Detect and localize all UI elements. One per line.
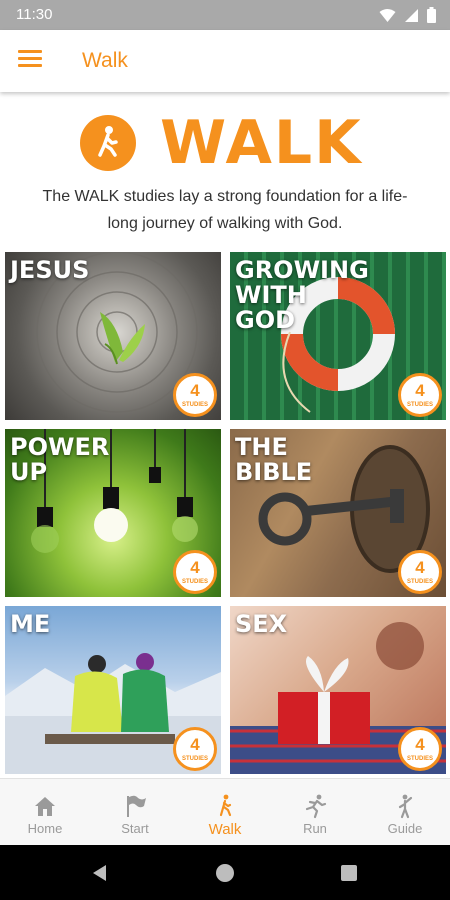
study-count: 4 [190, 381, 200, 400]
study-unit: STUDIES [406, 756, 433, 762]
guide-icon [398, 794, 413, 819]
menu-button[interactable] [18, 47, 48, 75]
system-nav-bar [0, 845, 450, 900]
study-tile-growing-with-god[interactable]: GROWING WITH GOD 4 STUDIES [230, 252, 446, 420]
battery-icon [427, 7, 436, 23]
status-time: 11:30 [16, 6, 53, 23]
study-tile-power-up[interactable]: POWER UP 4 STUDIES [5, 429, 221, 597]
nav-label: Walk [208, 821, 242, 838]
study-tile-me[interactable]: ME 4 STUDIES [5, 606, 221, 774]
nav-label: Start [121, 821, 149, 836]
run-icon [305, 794, 327, 819]
hero: WALK The WALK studies lay a strong found… [0, 92, 450, 252]
wifi-icon [379, 8, 396, 22]
tile-label: ME [10, 610, 51, 638]
hamburger-line [18, 57, 42, 60]
flag-icon [127, 795, 146, 817]
nav-guide[interactable]: Guide [360, 779, 450, 845]
study-unit: STUDIES [181, 756, 208, 762]
nav-home[interactable]: Home [0, 779, 90, 845]
study-unit: STUDIES [406, 402, 433, 408]
bottom-nav: Home Start Walk Run Guide [0, 778, 450, 845]
study-count: 4 [415, 558, 425, 577]
signal-icon [405, 8, 418, 22]
study-count-badge: 4 STUDIES [173, 373, 217, 417]
back-icon[interactable] [90, 863, 110, 883]
study-count: 4 [415, 735, 425, 754]
hamburger-icon [18, 50, 42, 53]
study-count: 4 [190, 558, 200, 577]
tile-label: SEX [235, 610, 288, 638]
app-bar: Walk [0, 30, 450, 92]
study-tile-jesus[interactable]: JESUS 4 STUDIES [5, 252, 221, 420]
tile-label: GROWING WITH GOD [235, 256, 369, 334]
home-circle-icon[interactable] [215, 863, 235, 883]
nav-run[interactable]: Run [270, 779, 360, 845]
study-unit: STUDIES [181, 579, 208, 585]
study-count-badge: 4 STUDIES [173, 727, 217, 771]
recents-icon[interactable] [340, 864, 358, 882]
study-unit: STUDIES [181, 402, 208, 408]
study-tile-sex[interactable]: SEX 4 STUDIES [230, 606, 446, 774]
status-bar: 11:30 [0, 0, 450, 30]
study-count: 4 [190, 735, 200, 754]
tile-label: THE BIBLE [235, 433, 313, 486]
home-icon [35, 797, 55, 816]
study-count: 4 [415, 381, 425, 400]
study-count-badge: 4 STUDIES [398, 727, 442, 771]
nav-start[interactable]: Start [90, 779, 180, 845]
study-count-badge: 4 STUDIES [398, 373, 442, 417]
nav-label: Run [303, 821, 327, 836]
nav-label: Home [27, 821, 63, 836]
walk-logo-icon [80, 115, 136, 171]
study-unit: STUDIES [406, 579, 433, 585]
study-count-badge: 4 STUDIES [398, 550, 442, 594]
nav-label: Guide [387, 821, 423, 836]
hero-description: The WALK studies lay a strong foundation… [42, 188, 408, 232]
page-title: Walk [82, 49, 128, 72]
hamburger-line [18, 64, 42, 67]
tile-label: JESUS [10, 256, 90, 284]
nav-walk[interactable]: Walk [180, 779, 270, 845]
walk-icon [219, 794, 232, 817]
hero-title: WALK [160, 108, 363, 178]
status-icons [379, 7, 436, 23]
study-tile-the-bible[interactable]: THE BIBLE 4 STUDIES [230, 429, 446, 597]
study-count-badge: 4 STUDIES [173, 550, 217, 594]
tile-label: POWER UP [10, 433, 110, 486]
